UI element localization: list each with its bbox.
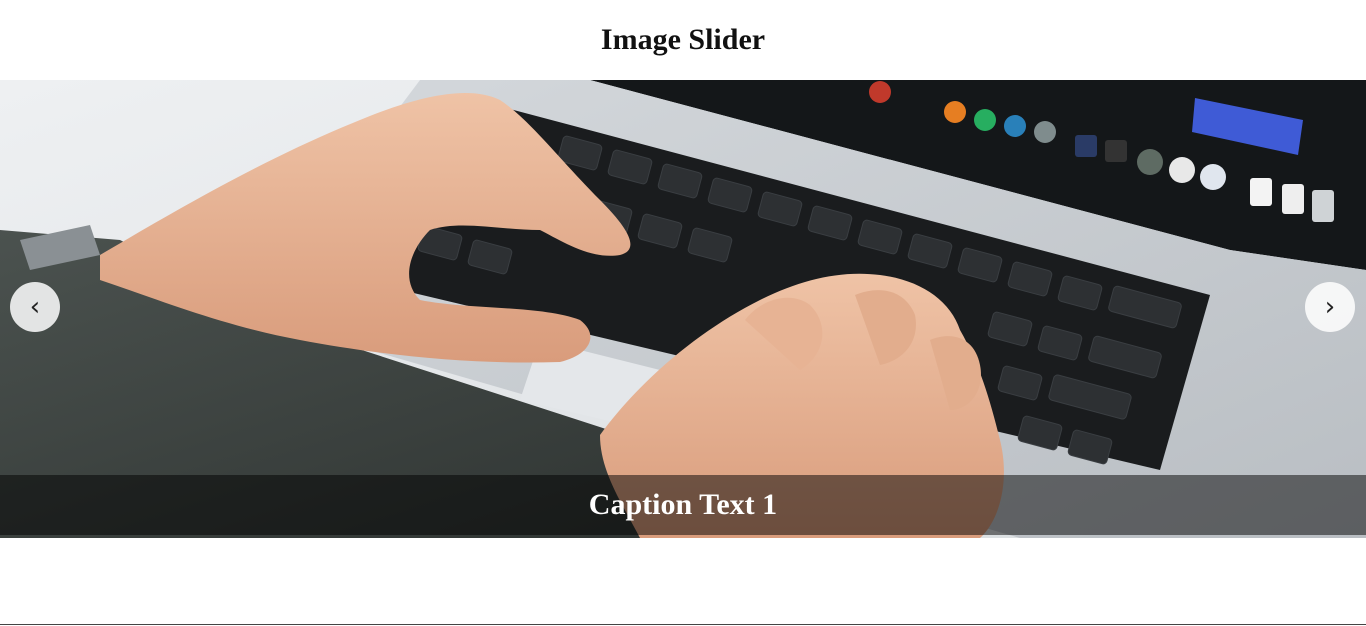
page-title: Image Slider — [600, 23, 766, 56]
divider — [0, 624, 1366, 625]
image-slider: ‹ › Caption Text 1 — [0, 80, 1366, 538]
previous-slide-button[interactable]: ‹ — [10, 282, 60, 332]
slide-image — [0, 80, 1366, 538]
chevron-left-icon: ‹ — [29, 292, 41, 322]
chevron-right-icon: › — [1324, 292, 1336, 322]
slide-caption: Caption Text 1 — [588, 488, 778, 521]
page: Image Slider ‹ › Caption Text 1 — [0, 0, 1366, 626]
caption-bar: Caption Text 1 — [0, 475, 1366, 535]
next-slide-button[interactable]: › — [1305, 282, 1355, 332]
